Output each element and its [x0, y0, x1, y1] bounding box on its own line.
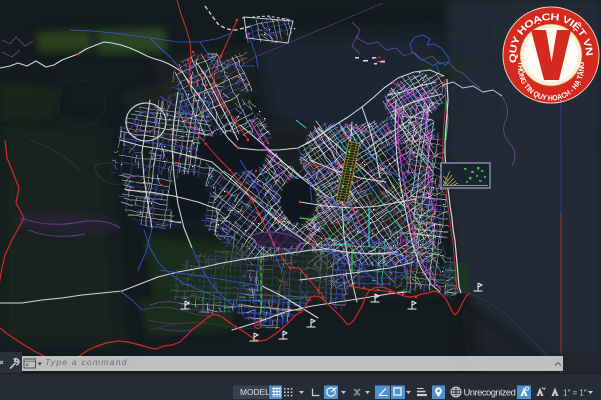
- svg-text:Unrecognized: Unrecognized: [464, 387, 516, 398]
- svg-text:1″ = 1″: 1″ = 1″: [563, 389, 587, 398]
- svg-text:MODEL: MODEL: [240, 387, 270, 397]
